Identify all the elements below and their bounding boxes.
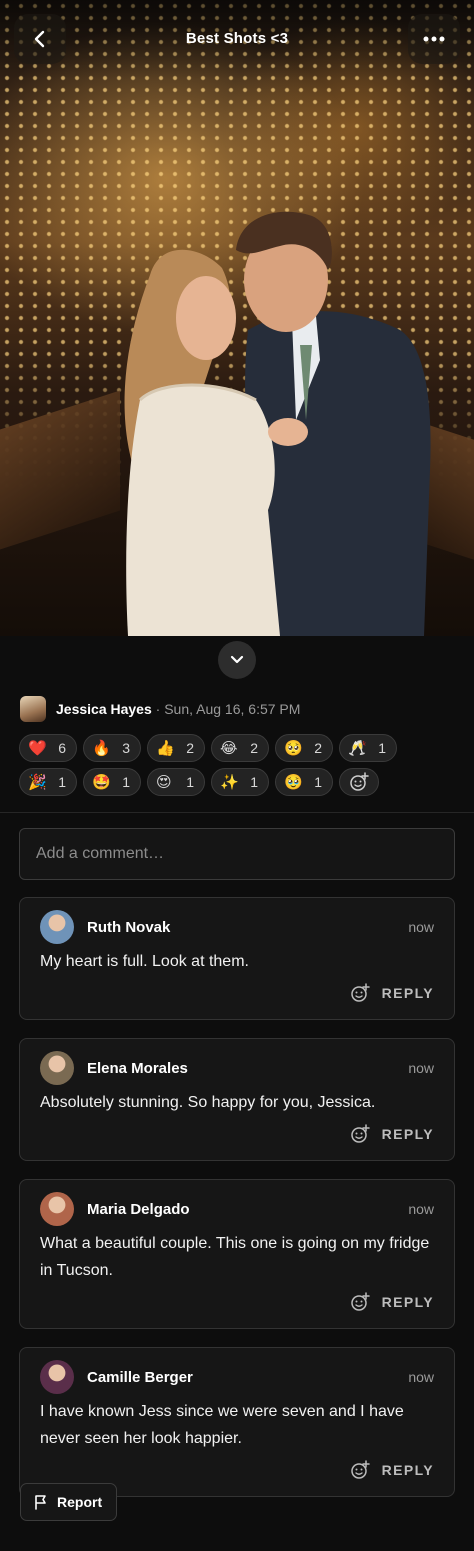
album-title: Best Shots <3	[185, 30, 289, 47]
heart-emoji-icon: ❤️	[28, 738, 47, 757]
champagne-emoji-icon: 🥂	[348, 738, 367, 757]
add-reaction-icon	[350, 1460, 370, 1479]
commenter-name[interactable]: Maria Delgado	[87, 1201, 408, 1218]
reaction-chip-pleading[interactable]: 🥺 2	[275, 734, 333, 762]
comment-text: Absolutely stunning. So happy for you, J…	[40, 1094, 376, 1111]
sparkles-emoji-icon: ✨	[220, 772, 239, 791]
reaction-count: 2	[186, 740, 194, 756]
reaction-count: 1	[122, 774, 130, 790]
reaction-chip-champagne[interactable]: 🥂 1	[339, 734, 397, 762]
comment-header: Elena Morales now	[40, 1051, 434, 1085]
reaction-count: 3	[122, 740, 130, 756]
comment-time: now	[408, 1060, 434, 1076]
reaction-chip-star-struck[interactable]: 🤩 1	[83, 768, 141, 796]
reply-button[interactable]: REPLY	[382, 985, 434, 1001]
heart-eyes-emoji-icon: 😍	[156, 772, 172, 791]
reaction-count: 6	[58, 740, 66, 756]
comment-card: Camille Berger now I have known Jess since…	[19, 1347, 455, 1497]
pleading-emoji-icon: 🥺	[284, 738, 303, 757]
comment-text: I have known Jess since we were seven an…	[40, 1403, 404, 1447]
comment-actions: REPLY	[40, 983, 434, 1003]
laughing-emoji-icon: 😂	[220, 738, 238, 757]
commenter-name[interactable]: Ruth Novak	[87, 919, 408, 936]
chevron-down-icon	[230, 655, 244, 664]
holding-tears-emoji-icon: 🥹	[284, 772, 303, 791]
reply-button[interactable]: REPLY	[382, 1294, 434, 1310]
comment-actions: REPLY	[40, 1460, 434, 1480]
comment-header: Ruth Novak now	[40, 910, 434, 944]
comment-card: Ruth Novak now My heart is full. Look at t…	[19, 897, 455, 1020]
comment-react-button[interactable]	[350, 1292, 370, 1312]
add-reaction-icon	[350, 1292, 370, 1311]
author-avatar[interactable]	[20, 696, 46, 722]
commenter-avatar[interactable]	[40, 1192, 74, 1226]
commenter-name[interactable]: Camille Berger	[87, 1369, 408, 1386]
reaction-count: 1	[378, 740, 386, 756]
thumbs-up-emoji-icon: 👍	[156, 738, 175, 757]
more-horizontal-icon	[423, 36, 445, 42]
reaction-chip-holding-tears[interactable]: 🥹 1	[275, 768, 333, 796]
reaction-count: 2	[314, 740, 322, 756]
add-reaction-icon	[350, 1124, 370, 1143]
comment-input[interactable]	[19, 828, 455, 880]
comment-react-button[interactable]	[350, 983, 370, 1003]
fire-emoji-icon: 🔥	[92, 738, 111, 757]
reply-button[interactable]: REPLY	[382, 1126, 434, 1142]
reaction-chip-fire[interactable]: 🔥 3	[83, 734, 141, 762]
add-reaction-icon	[350, 983, 370, 1002]
reaction-bar: ❤️ 6 🔥 3 👍 2 😂 2 🥺 2 🥂 1 🎉 1 🤩 1 😍 1 ✨ 1 🥹 1	[19, 734, 459, 796]
reaction-count: 1	[58, 774, 66, 790]
star-struck-emoji-icon: 🤩	[92, 772, 111, 791]
comment-header: Camille Berger now	[40, 1360, 434, 1394]
comment-actions: REPLY	[40, 1292, 434, 1312]
more-options-button[interactable]	[408, 14, 460, 64]
comment-time: now	[408, 919, 434, 935]
comment-header: Maria Delgado now	[40, 1192, 434, 1226]
commenter-avatar[interactable]	[40, 1360, 74, 1394]
comment-card: Elena Morales now Absolutely stunning. So …	[19, 1038, 455, 1161]
collapse-button[interactable]	[218, 641, 256, 679]
comment-time: now	[408, 1369, 434, 1385]
comment-time: now	[408, 1201, 434, 1217]
commenter-name[interactable]: Elena Morales	[87, 1060, 408, 1077]
add-reaction-icon	[350, 772, 369, 791]
reaction-chip-heart[interactable]: ❤️ 6	[19, 734, 77, 762]
comment-react-button[interactable]	[350, 1124, 370, 1144]
reaction-chip-thumbs-up[interactable]: 👍 2	[147, 734, 205, 762]
comment-text: My heart is full. Look at them.	[40, 953, 249, 970]
post-author-row: Jessica Hayes · Sun, Aug 16, 6:57 PM	[20, 696, 300, 722]
reaction-chip-party[interactable]: 🎉 1	[19, 768, 77, 796]
comment-card: Maria Delgado now What a beautiful couple.…	[19, 1179, 455, 1329]
section-divider	[0, 812, 474, 813]
reaction-count: 1	[314, 774, 322, 790]
couple-illustration	[124, 211, 431, 636]
post-photo	[0, 0, 474, 636]
author-name[interactable]: Jessica Hayes	[56, 701, 152, 717]
commenter-avatar[interactable]	[40, 1051, 74, 1085]
comment-text: What a beautiful couple. This one is goi…	[40, 1235, 430, 1279]
party-emoji-icon: 🎉	[28, 772, 47, 791]
add-reaction-button[interactable]	[339, 768, 379, 796]
reaction-count: 2	[250, 740, 258, 756]
reaction-chip-heart-eyes[interactable]: 😍 1	[147, 768, 205, 796]
reaction-chip-laughing[interactable]: 😂 2	[211, 734, 269, 762]
reply-button[interactable]: REPLY	[382, 1462, 434, 1478]
flag-icon	[35, 1495, 46, 1510]
post-date: · Sun, Aug 16, 6:57 PM	[155, 701, 301, 717]
reaction-chip-sparkles[interactable]: ✨ 1	[211, 768, 269, 796]
reaction-count: 1	[250, 774, 258, 790]
report-button[interactable]: Report	[20, 1483, 118, 1521]
report-label: Report	[57, 1494, 103, 1510]
reaction-count: 1	[186, 774, 194, 790]
commenter-avatar[interactable]	[40, 910, 74, 944]
comment-list: Ruth Novak now My heart is full. Look at t…	[19, 897, 455, 1515]
comment-react-button[interactable]	[350, 1460, 370, 1480]
comment-actions: REPLY	[40, 1124, 434, 1144]
